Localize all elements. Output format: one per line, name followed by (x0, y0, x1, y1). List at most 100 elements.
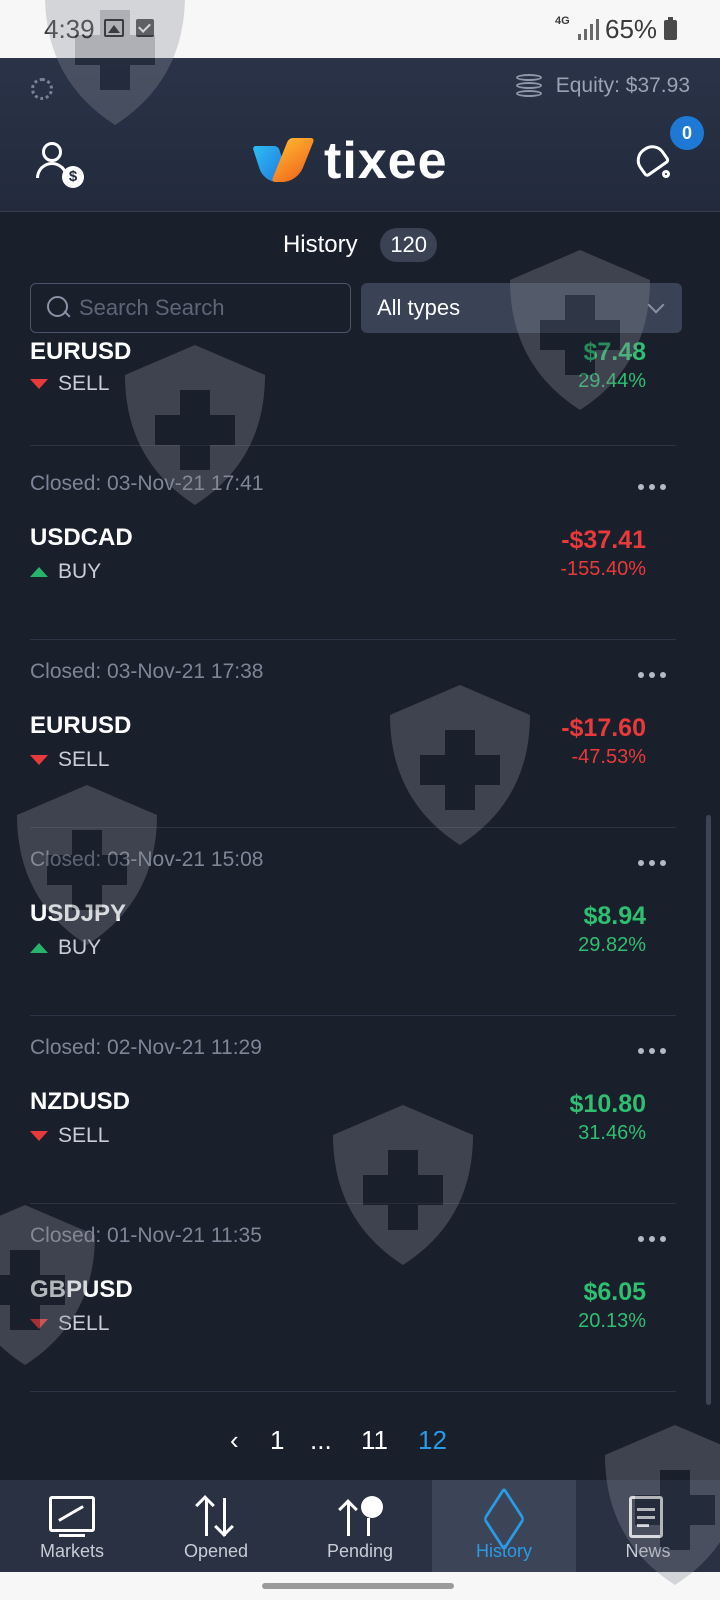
trade-closed-time: Closed: 02-Nov-21 11:29 (30, 1036, 262, 1059)
trade-symbol: NZDUSD (30, 1088, 130, 1115)
list-scrollbar[interactable] (706, 815, 711, 1405)
account-button[interactable]: $ (36, 142, 86, 188)
more-options-icon[interactable] (638, 1048, 666, 1054)
trade-symbol: USDCAD (30, 524, 133, 551)
trade-row[interactable]: EURUSD SELL $7.48 29.44% (30, 340, 676, 446)
search-input[interactable] (79, 295, 339, 321)
page-ellipsis: ... (310, 1425, 332, 1455)
nav-label: History (475, 1541, 532, 1561)
trade-row[interactable]: Closed: 03-Nov-21 15:08 USDJPY BUY $8.94… (30, 826, 676, 1016)
nav-label: News (625, 1541, 671, 1561)
opened-icon (193, 1495, 239, 1542)
notifications-button[interactable] (631, 138, 678, 182)
search-box[interactable] (30, 283, 351, 333)
system-home-bar (0, 1572, 720, 1600)
current-page-button[interactable]: 12 (418, 1425, 447, 1456)
trade-pnl: -$17.60 (561, 714, 646, 742)
gallery-notification-icon (104, 19, 124, 37)
trade-pnl-percent: 20.13% (578, 1310, 646, 1332)
trade-side: SELL (30, 748, 109, 772)
nav-markets[interactable]: Markets (0, 1480, 144, 1572)
trade-symbol: USDJPY (30, 900, 127, 927)
nav-news[interactable]: News (576, 1480, 720, 1572)
trade-side-label: SELL (58, 372, 110, 395)
status-time: 4:39 (44, 14, 95, 44)
trade-pnl-percent: -47.53% (571, 746, 647, 768)
sell-arrow-icon (30, 1131, 48, 1141)
bottom-nav: Markets Opened Pending History News (0, 1480, 720, 1572)
notifications-badge: 0 (670, 116, 704, 150)
trade-side-label: BUY (58, 560, 102, 583)
sell-arrow-icon (30, 1319, 48, 1329)
trade-side: SELL (30, 1124, 109, 1148)
status-bar: 4:39 4G 65% (0, 0, 720, 58)
app-logo: tixee (252, 132, 448, 190)
trade-side: BUY (30, 560, 101, 584)
trade-side-label: SELL (58, 748, 110, 771)
trade-pnl: -$37.41 (561, 526, 646, 554)
signal-icon (578, 18, 600, 40)
logo-text: tixee (324, 132, 448, 190)
nav-pending[interactable]: Pending (288, 1480, 432, 1572)
user-icon (42, 142, 62, 162)
trade-side-label: SELL (58, 1312, 110, 1335)
page-button[interactable]: 11 (361, 1425, 388, 1456)
trade-side-label: SELL (58, 1124, 110, 1147)
trade-closed-time: Closed: 03-Nov-21 17:41 (30, 472, 264, 495)
trade-pnl-percent: 29.44% (578, 370, 646, 392)
history-header: History 120 (0, 228, 720, 262)
prev-page-button[interactable]: ‹ (230, 1425, 239, 1456)
battery-icon (664, 17, 677, 40)
type-filter-value: All types (377, 295, 461, 320)
trade-side: SELL (30, 1312, 109, 1336)
trade-history-list[interactable]: EURUSD SELL $7.48 29.44% Closed: 03-Nov-… (30, 340, 676, 1405)
nav-label: Markets (39, 1541, 104, 1561)
trade-pnl: $10.80 (569, 1090, 646, 1118)
sell-arrow-icon (30, 755, 48, 765)
loading-spinner-icon (31, 78, 53, 100)
more-options-icon[interactable] (638, 1236, 666, 1242)
type-filter-select[interactable]: All types (361, 283, 682, 333)
trade-closed-time: Closed: 03-Nov-21 17:38 (30, 660, 264, 683)
equity-display: Equity: $37.93 (515, 74, 690, 98)
nav-history[interactable]: History (432, 1480, 576, 1572)
network-type: 4G (555, 15, 570, 27)
dollar-icon: $ (62, 166, 84, 188)
trade-pnl-percent: -155.40% (560, 558, 646, 580)
bell-clapper-shape (662, 170, 670, 178)
home-indicator[interactable] (262, 1583, 454, 1589)
trade-pnl-percent: 29.82% (578, 934, 646, 956)
trade-symbol: EURUSD (30, 340, 132, 365)
coins-icon (515, 74, 542, 98)
trade-symbol: GBPUSD (30, 1276, 133, 1303)
trade-pnl: $6.05 (583, 1278, 646, 1306)
chevron-down-icon (647, 296, 665, 314)
more-options-icon[interactable] (638, 860, 666, 866)
trade-pnl-percent: 31.46% (578, 1122, 646, 1144)
trade-symbol: EURUSD (30, 712, 132, 739)
trade-row[interactable]: Closed: 02-Nov-21 11:29 NZDUSD SELL $10.… (30, 1014, 676, 1204)
trade-row[interactable]: Closed: 03-Nov-21 17:38 EURUSD SELL -$17… (30, 638, 676, 828)
hourglass-icon (481, 1486, 527, 1552)
battery-percent: 65% (605, 14, 658, 44)
page-title: History (282, 231, 358, 258)
trade-row[interactable]: Closed: 01-Nov-21 11:35 GBPUSD SELL $6.0… (30, 1202, 676, 1392)
buy-arrow-icon (30, 567, 48, 577)
trade-pnl: $7.48 (583, 340, 646, 366)
history-count-badge: 120 (380, 228, 438, 262)
equity-value: Equity: $37.93 (555, 74, 690, 97)
trade-closed-time: Closed: 01-Nov-21 11:35 (30, 1224, 262, 1247)
nav-opened[interactable]: Opened (144, 1480, 288, 1572)
trade-side-label: BUY (58, 936, 102, 959)
markets-icon (49, 1496, 95, 1542)
page-button[interactable]: 1 (270, 1425, 284, 1456)
nav-label: Pending (326, 1541, 394, 1561)
trade-row[interactable]: Closed: 03-Nov-21 17:41 USDCAD BUY -$37.… (30, 450, 676, 640)
logo-mark-icon (252, 138, 315, 184)
trade-closed-time: Closed: 03-Nov-21 15:08 (30, 848, 264, 871)
nav-label: Opened (183, 1541, 249, 1561)
trade-side: SELL (30, 372, 109, 396)
more-options-icon[interactable] (638, 672, 666, 678)
pending-icon (337, 1496, 383, 1542)
more-options-icon[interactable] (638, 484, 666, 490)
